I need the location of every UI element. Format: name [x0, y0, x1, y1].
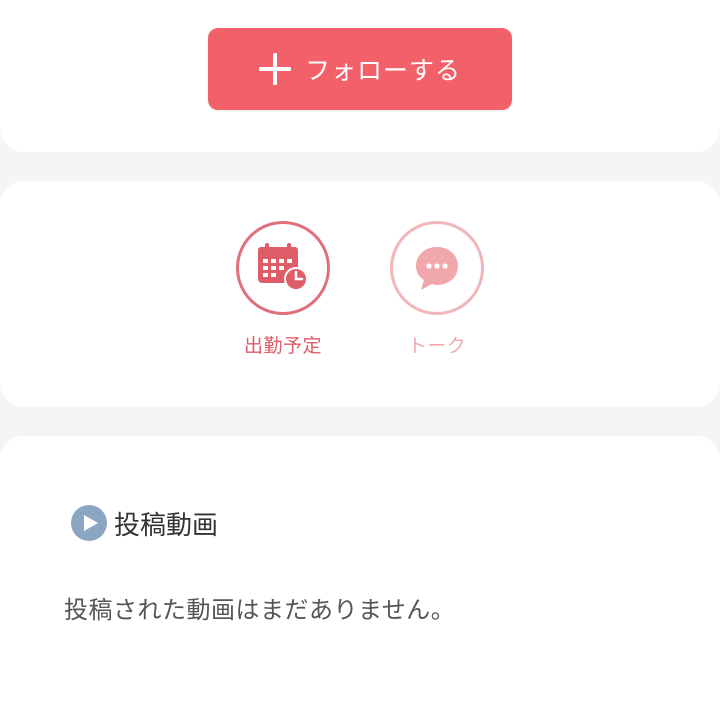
calendar-clock-icon [258, 243, 308, 291]
follow-button[interactable]: フォローする [208, 28, 512, 110]
videos-section-title: 投稿動画 [70, 504, 218, 542]
talk-label: トーク [407, 335, 467, 357]
videos-card: 投稿動画 投稿された動画はまだありません。 [0, 436, 720, 720]
actions-card: 出勤予定 トーク [0, 181, 720, 407]
schedule-action[interactable]: 出勤予定 [223, 221, 343, 358]
plus-icon [258, 53, 291, 85]
schedule-icon-circle [236, 221, 330, 315]
schedule-label: 出勤予定 [243, 335, 322, 357]
page: ... フォローする [0, 0, 720, 720]
talk-icon-circle [390, 221, 484, 315]
chat-bubble-icon [416, 247, 458, 290]
follow-button-label: フォローする [304, 56, 461, 85]
videos-title: 投稿動画 [114, 510, 219, 541]
play-circle-icon [71, 505, 107, 541]
profile-card: フォローする [0, 0, 720, 152]
talk-action[interactable]: トーク [377, 221, 497, 358]
videos-empty-message: 投稿された動画はまだありません。 [64, 596, 456, 624]
